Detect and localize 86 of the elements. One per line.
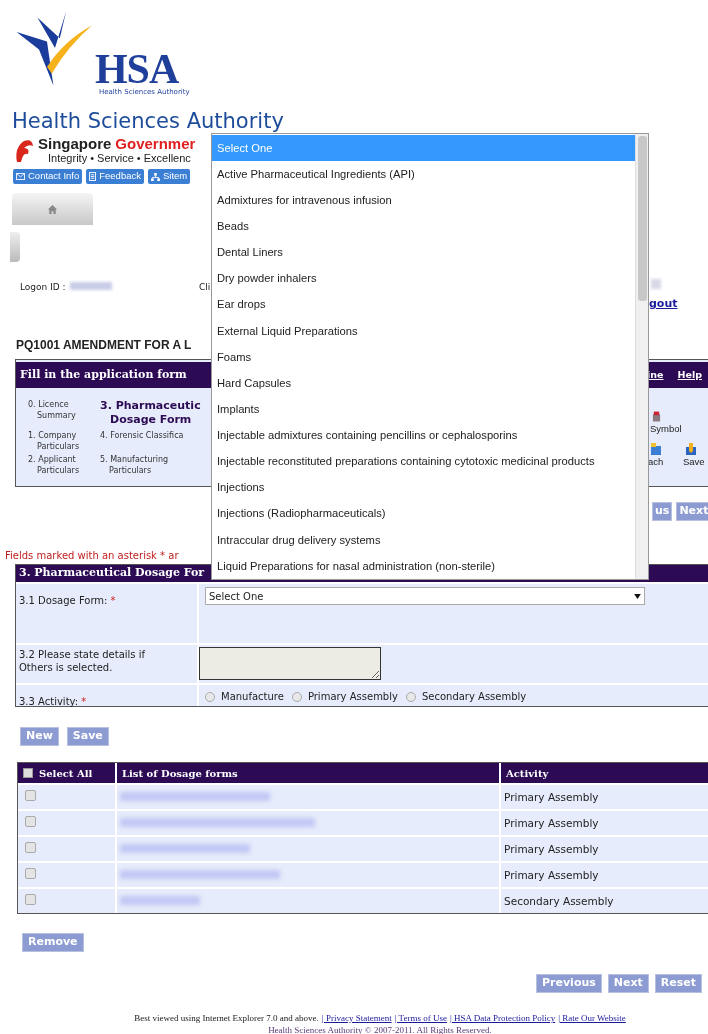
- blurred-text: [70, 282, 112, 290]
- footer-link[interactable]: | Rate Our Website: [558, 1012, 626, 1024]
- dropdown-option[interactable]: Foams: [212, 344, 635, 371]
- copyright-text: Health Sciences Authority © 2007-2011. All Rights Reserved.: [268, 1024, 492, 1034]
- save-icon: [685, 442, 697, 456]
- dropdown-option[interactable]: Injections: [212, 474, 635, 501]
- tab-edge[interactable]: [10, 232, 20, 262]
- blurred-text: [651, 279, 661, 289]
- field-label: Cli: [199, 281, 211, 294]
- folder-icon: [650, 442, 662, 456]
- required-mark: *: [81, 696, 87, 707]
- scrollbar[interactable]: [635, 134, 648, 579]
- dropdown-option[interactable]: Implants: [212, 396, 635, 423]
- gov-name: Singapore: [38, 136, 112, 152]
- row-checkbox[interactable]: [25, 842, 36, 853]
- header-link[interactable]: Contact Info: [13, 169, 83, 184]
- row-checkbox[interactable]: [25, 868, 36, 879]
- radio-option[interactable]: Manufacture: [205, 689, 284, 704]
- step-link[interactable]: 0. Licence Summary: [28, 399, 90, 428]
- panel-title: Fill in the application form: [20, 366, 187, 383]
- dropdown-option[interactable]: Intraccular drug delivery systems: [212, 526, 635, 553]
- gov-tagline: Integrity • Service • Excellenc: [48, 152, 192, 164]
- footer-link[interactable]: | Privacy Statement: [321, 1012, 392, 1024]
- box-icon: [652, 411, 661, 423]
- row-checkbox[interactable]: [25, 894, 36, 905]
- header-link[interactable]: Feedback: [86, 169, 144, 184]
- dropdown-option[interactable]: Dry powder inhalers: [212, 265, 635, 292]
- header-link[interactable]: Sitem: [147, 169, 191, 184]
- step-link[interactable]: 2. Applicant Particulars: [28, 454, 90, 476]
- dropdown-option[interactable]: Ear drops: [212, 291, 635, 318]
- table-cell-text: Primary Assembly: [503, 842, 600, 857]
- select-all-checkbox[interactable]: [23, 768, 33, 778]
- step-link[interactable]: 5. Manufacturing Particulars: [100, 454, 210, 476]
- step-link[interactable]: 1. Company Particulars: [28, 430, 90, 452]
- toolbar-button[interactable]: Symbol: [650, 411, 682, 434]
- dropdown-option[interactable]: Admixtures for intravenous infusion: [212, 187, 635, 214]
- radio-button[interactable]: [405, 691, 416, 702]
- dropdown-option[interactable]: Active Pharmaceutical Ingredients (API): [212, 161, 635, 188]
- dropdown-option[interactable]: Injectable reconstituted preparations containing cytotoxic medicinal products: [212, 448, 635, 475]
- agency-title: Health Sciences Authority: [12, 108, 284, 135]
- field-label: 3.2 Please state details if Others is selected.: [19, 648, 147, 674]
- radio-button[interactable]: [291, 691, 302, 702]
- dropdown-option[interactable]: Injections (Radiopharmaceuticals): [212, 500, 635, 527]
- radio-button[interactable]: [205, 691, 215, 702]
- toolbar-button[interactable]: Save: [683, 442, 705, 467]
- footer-note: Best viewed using Internet Explorer 7.0 and above.: [134, 1012, 319, 1024]
- document-icon: [89, 172, 97, 181]
- table-cell-text: Secondary Assembly: [503, 894, 615, 909]
- scrollbar-thumb[interactable]: [637, 136, 647, 301]
- home-icon: [47, 203, 58, 215]
- sitemap-icon: [150, 172, 160, 181]
- gov-name: Governmer: [115, 136, 196, 152]
- footer-link[interactable]: | HSA Data Protection Policy: [449, 1012, 556, 1024]
- dropdown-option[interactable]: Beads: [212, 213, 635, 240]
- dropdown-option[interactable]: Hard Capsules: [212, 370, 635, 397]
- table-cell-text: Primary Assembly: [503, 816, 600, 831]
- lion-icon: [14, 138, 34, 164]
- required-note: Fields marked with an asterisk * ar: [5, 549, 179, 563]
- required-mark: *: [110, 595, 116, 606]
- toolbar-button[interactable]: ach: [648, 442, 664, 467]
- row-checkbox[interactable]: [25, 816, 36, 827]
- footer-link[interactable]: | Terms of Use: [394, 1012, 447, 1024]
- logo-text: HSA: [95, 48, 179, 90]
- field-label: 3.3 Activity:: [19, 695, 79, 708]
- header-link[interactable]: Help: [677, 367, 702, 383]
- radio-option[interactable]: Secondary Assembly: [405, 689, 527, 704]
- field-label: 3.1 Dosage Form:: [19, 594, 108, 607]
- home-tab[interactable]: [12, 193, 93, 225]
- dropdown-option[interactable]: External Liquid Preparations: [212, 317, 635, 344]
- logon-label: Logon ID :: [20, 281, 66, 294]
- step-link[interactable]: 4. Forensic Classifica: [100, 430, 210, 452]
- table-cell-text: Primary Assembly: [503, 790, 600, 805]
- details-textarea[interactable]: [199, 647, 381, 680]
- table-cell-text: Primary Assembly: [503, 868, 600, 883]
- dropdown-option[interactable]: Dental Liners: [212, 239, 635, 266]
- dosage-form-select[interactable]: Select One: [205, 587, 645, 605]
- mail-icon: [16, 173, 25, 180]
- dropdown-arrow-icon: [634, 593, 641, 599]
- logout-link[interactable]: gout: [649, 296, 678, 313]
- radio-option[interactable]: Primary Assembly: [291, 689, 398, 704]
- section-title: 3. Pharmaceutical Dosage For: [19, 565, 205, 582]
- column-header: Select All: [39, 766, 93, 781]
- dropdown-option[interactable]: Injectable admixtures containing pencillins or cephalosporins: [212, 422, 635, 449]
- page-title: PQ1001 AMENDMENT FOR A L: [16, 337, 192, 354]
- dropdown-option[interactable]: Liquid Preparations for nasal administration (non-sterile): [212, 553, 635, 580]
- row-checkbox[interactable]: [25, 790, 36, 801]
